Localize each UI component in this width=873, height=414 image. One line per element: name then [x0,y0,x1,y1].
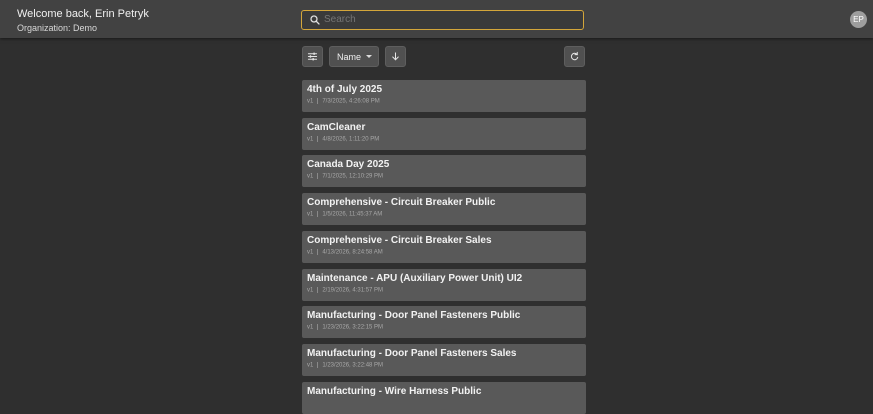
list-item[interactable]: CamCleaner v1 4/8/2026, 1:11:20 PM [302,117,586,150]
chevron-down-icon [366,55,372,58]
meta-divider [317,211,319,218]
item-title: CamCleaner [307,121,366,133]
item-date: 4/8/2026, 1:11:20 PM [322,136,380,143]
avatar[interactable]: EP [850,11,867,28]
top-bar: Welcome back, Erin Petryk Organization: … [0,0,873,38]
list-item[interactable]: Manufacturing - Wire Harness Public [302,381,586,414]
item-meta: v1 1/5/2026, 11:45:37 AM [307,211,382,218]
meta-divider [317,286,319,293]
tune-icon [307,52,318,61]
item-date: 4/13/2026, 8:24:58 AM [322,249,383,256]
item-version: v1 [307,324,314,331]
item-meta: v1 4/8/2026, 1:11:20 PM [307,135,380,143]
meta-divider [317,248,319,255]
search-icon [310,15,320,25]
item-version: v1 [307,173,314,180]
filter-button[interactable] [302,46,323,67]
list-item[interactable]: Comprehensive - Circuit Breaker Public v1… [302,193,586,226]
meta-divider [317,173,319,180]
item-meta: v1 1/23/2026, 3:22:15 PM [307,324,383,331]
welcome-text: Welcome back, Erin Petryk [17,8,149,20]
list-item[interactable]: Manufacturing - Door Panel Fasteners Sal… [302,343,586,376]
search-input[interactable] [324,12,574,27]
list-item[interactable]: Canada Day 2025 v1 7/1/2025, 12:10:29 PM [302,155,586,188]
sort-field-label: Name [337,51,362,62]
item-date: 1/5/2026, 11:45:37 AM [322,211,383,218]
item-version: v1 [307,287,314,294]
meta-divider [317,324,319,331]
item-version: v1 [307,98,314,105]
list-item[interactable]: Maintenance - APU (Auxiliary Power Unit)… [302,268,586,301]
meta-divider [317,135,319,142]
item-meta: v1 4/13/2026, 8:24:58 AM [307,248,383,256]
item-title: Comprehensive - Circuit Breaker Sales [307,234,492,246]
list-item[interactable]: Comprehensive - Circuit Breaker Sales v1 4… [302,230,586,263]
arrow-down-icon [392,52,399,61]
item-title: Manufacturing - Door Panel Fasteners Sal… [307,347,517,359]
item-title: Canada Day 2025 [307,159,390,171]
refresh-icon [570,51,579,61]
item-title: Manufacturing - Door Panel Fasteners Pub… [307,310,521,322]
item-version: v1 [307,249,314,256]
search-box[interactable] [301,10,584,30]
item-version: v1 [307,362,314,369]
item-title: 4th of July 2025 [307,84,383,95]
item-meta: v1 1/23/2026, 3:22:48 PM [307,361,384,369]
item-date: 2/19/2026, 4:31:57 PM [322,287,384,294]
item-date: 1/23/2026, 3:22:15 PM [322,324,384,331]
item-date: 7/1/2025, 12:10:29 PM [322,173,384,180]
list-item[interactable]: 4th of July 2025 v1 7/3/2025, 4:26:08 PM [302,80,586,112]
item-version: v1 [307,136,314,143]
refresh-button[interactable] [564,46,585,67]
item-title: Comprehensive - Circuit Breaker Public [307,197,496,209]
sort-direction-button[interactable] [385,46,406,67]
meta-divider [317,361,319,368]
item-title: Maintenance - APU (Auxiliary Power Unit)… [307,272,523,284]
list-item[interactable]: Manufacturing - Door Panel Fasteners Pub… [302,306,586,339]
item-meta: v1 7/3/2025, 4:26:08 PM [307,98,380,105]
item-meta: v1 7/1/2025, 12:10:29 PM [307,173,383,180]
item-version: v1 [307,211,314,218]
item-meta: v1 2/19/2026, 4:31:57 PM [307,286,384,294]
meta-divider [317,98,319,104]
sort-field-select[interactable]: Name [329,46,379,67]
item-date: 1/23/2026, 3:22:48 PM [322,362,384,369]
item-date: 7/3/2025, 4:26:08 PM [322,98,380,105]
organization-label: Organization: Demo [17,23,98,33]
item-title: Manufacturing - Wire Harness Public [307,385,482,397]
